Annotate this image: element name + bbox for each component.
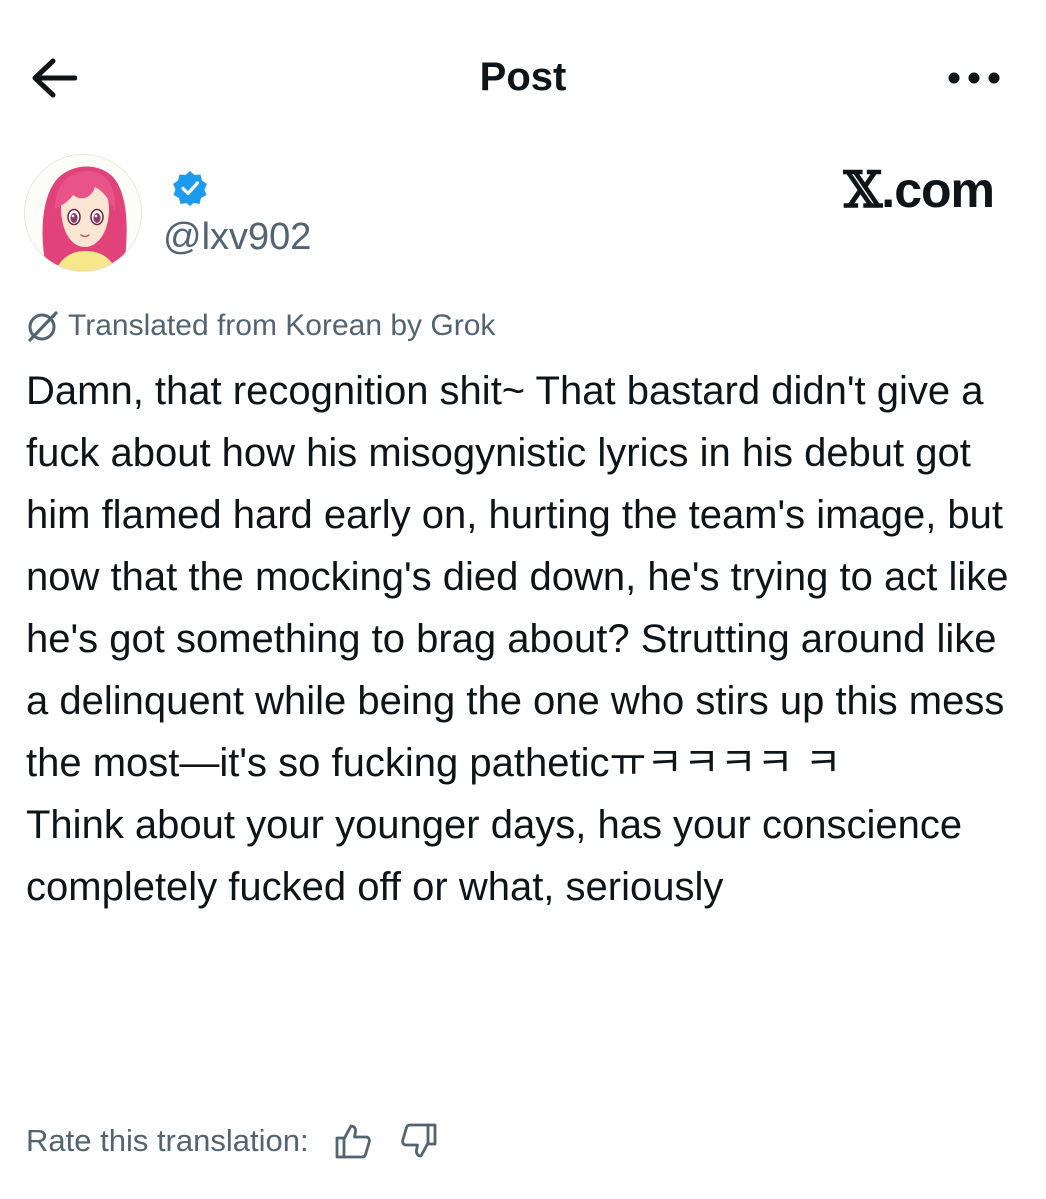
- grok-icon: [28, 311, 58, 342]
- translation-notice: Translated from Korean by Grok: [26, 306, 495, 346]
- page-title: Post: [479, 55, 567, 99]
- avatar[interactable]: [24, 154, 142, 272]
- translation-notice-text: Translated from Korean by Grok: [68, 309, 496, 342]
- post-page: Post @lxv902 𝕏.com Translated from Korea…: [0, 0, 1046, 1199]
- author-handle[interactable]: @lxv902: [163, 214, 311, 260]
- post-paragraph-2: Think about your younger days, has your …: [26, 803, 974, 909]
- top-bar: Post: [0, 0, 1046, 150]
- more-options-button[interactable]: [944, 58, 1004, 98]
- thumbs-up-icon: [335, 1124, 371, 1159]
- rate-translation-label: Rate this translation:: [26, 1123, 309, 1158]
- post-text: Damn, that recognition shit~ That bastar…: [26, 360, 1026, 918]
- x-com-watermark: 𝕏.com: [844, 160, 995, 220]
- x-logo-letter: 𝕏: [843, 160, 883, 219]
- thumbs-up-button[interactable]: [331, 1119, 375, 1163]
- verified-badge-icon: [173, 171, 207, 206]
- post-paragraph-1: Damn, that recognition shit~ That bastar…: [26, 369, 1020, 785]
- thumbs-down-icon: [400, 1123, 436, 1158]
- anime-avatar-image: [25, 155, 141, 271]
- thumbs-down-button[interactable]: [397, 1119, 441, 1163]
- rate-translation-row: Rate this translation:: [26, 1118, 441, 1164]
- x-logo-suffix: .com: [881, 162, 995, 218]
- more-dots-icon: [948, 72, 1000, 84]
